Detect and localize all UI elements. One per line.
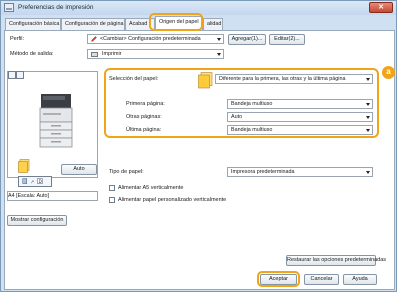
close-button[interactable]: ✕ (369, 2, 393, 13)
window-title: Preferencias de impresión (18, 4, 94, 11)
tab-quality[interactable]: alidad (203, 18, 223, 30)
profile-select[interactable]: <Cambiar> Configuración predeterminada (87, 34, 224, 44)
other-pages-select[interactable]: Auto (227, 112, 373, 122)
page-orientation-icon: ↗ D (22, 178, 43, 186)
pencil-icon (91, 36, 97, 42)
first-page-select[interactable]: Bandeja multiuso (227, 99, 373, 109)
printer-illustration (39, 94, 73, 148)
feed-a5-vertical-label: Alimentar A5 verticalmente (118, 185, 184, 191)
output-method-label: Método de salida: (10, 51, 54, 57)
other-pages-label: Otras páginas: (126, 114, 162, 120)
svg-text:D: D (39, 179, 42, 184)
output-method-value: Imprimir (102, 51, 122, 57)
page-size-scale-text: A4 [Escala: Auto] (8, 193, 50, 199)
print-preferences-window: Preferencias de impresión ✕ Configuració… (0, 0, 397, 292)
feed-a5-vertical-checkbox[interactable] (109, 185, 115, 191)
help-button[interactable]: Ayuda (343, 274, 377, 285)
paper-selection-label: Selección del papel: (109, 76, 159, 82)
chevron-down-icon (366, 171, 370, 174)
first-page-label: Primera página: (126, 101, 165, 107)
paper-selection-icon (198, 72, 213, 89)
chevron-down-icon (366, 103, 370, 106)
last-page-select[interactable]: Bandeja multiuso (227, 125, 373, 135)
feed-custom-vertical-checkbox[interactable] (109, 197, 115, 203)
printer-icon (91, 52, 98, 57)
output-method-select[interactable]: Imprimir (87, 49, 224, 59)
feed-custom-vertical-label: Alimentar papel personalizado verticalme… (118, 197, 227, 203)
printer-app-icon (4, 3, 14, 12)
tab-basic-settings[interactable]: Configuración básica (5, 18, 61, 30)
first-page-value: Bandeja multiuso (231, 101, 273, 107)
auto-button[interactable]: Auto (61, 164, 97, 175)
cancel-button[interactable]: Cancelar (304, 274, 339, 285)
tab-highlight-frame (149, 13, 203, 31)
paper-type-label: Tipo de papel: (109, 169, 144, 175)
page-layout-icons[interactable]: ↗ D (18, 176, 52, 187)
svg-text:↗: ↗ (30, 180, 34, 186)
paper-selection-select[interactable]: Diferente para la primera, las otras y l… (215, 74, 373, 84)
preview-layout-icon[interactable] (16, 71, 24, 79)
last-page-value: Bandeja multiuso (231, 127, 273, 133)
chevron-down-icon (366, 116, 370, 119)
chevron-down-icon (217, 53, 221, 56)
profile-value: <Cambiar> Configuración predeterminada (100, 36, 201, 42)
show-settings-button[interactable]: Mostrar configuración (7, 215, 67, 226)
tab-page-setup[interactable]: Configuración de página (61, 18, 125, 30)
chevron-down-icon (366, 78, 370, 81)
other-pages-value: Auto (231, 114, 243, 120)
accept-button[interactable]: Aceptar (260, 274, 297, 285)
last-page-label: Última página: (126, 127, 162, 133)
profile-label: Perfil: (10, 36, 25, 42)
paper-stack-icon (18, 159, 30, 173)
restore-defaults-button[interactable]: Restaurar las opciones predeterminadas (286, 255, 386, 266)
preview-view-toggle-icon[interactable] (8, 71, 16, 79)
paper-type-select[interactable]: Impresora predeterminada (227, 167, 373, 177)
chevron-down-icon (366, 129, 370, 132)
edit-profile-button[interactable]: Editar(2)... (269, 34, 305, 45)
paper-selection-value: Diferente para la primera, las otras y l… (219, 76, 346, 82)
annotation-badge-a: a (382, 66, 395, 79)
add-profile-button[interactable]: Agregar(1)... (228, 34, 266, 45)
chevron-down-icon (217, 38, 221, 41)
paper-type-value: Impresora predeterminada (231, 169, 295, 175)
